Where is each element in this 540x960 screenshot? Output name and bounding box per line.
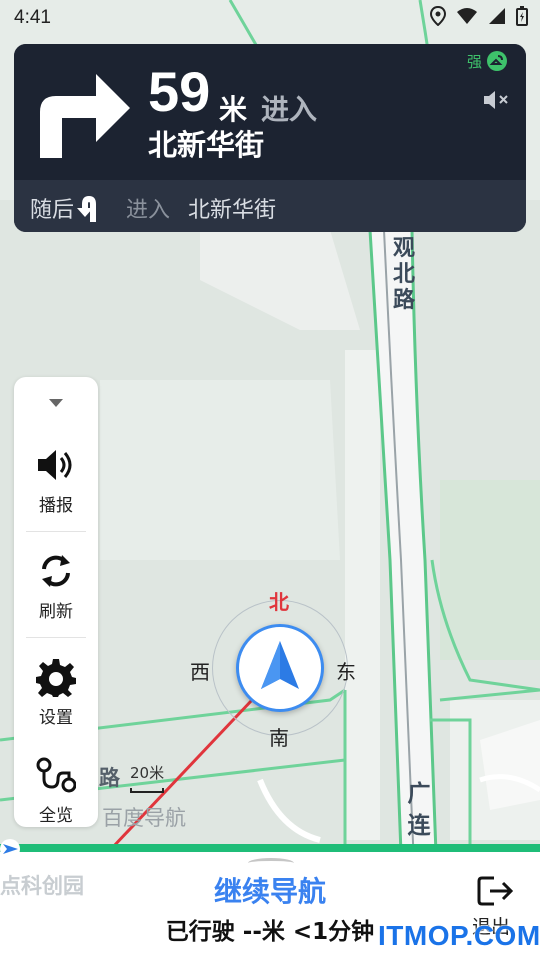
then-road-name: 北新华街 (188, 198, 277, 223)
signal-icon (489, 8, 505, 24)
u-turn-icon (77, 196, 96, 222)
settings-button[interactable]: 设置 (14, 657, 98, 763)
next-road-name: 北新华街 (148, 128, 265, 162)
divider (26, 531, 86, 532)
enter-label: 进入 (261, 93, 318, 126)
scale-label: 20米 (130, 764, 165, 782)
gps-strength-label: 强 (466, 52, 482, 71)
map-road-label: 观 北 路 (392, 236, 416, 314)
overview-button[interactable]: 全览 (14, 755, 98, 827)
compass-north: 北 (269, 590, 289, 614)
wifi-icon (457, 8, 477, 24)
settings-label: 设置 (39, 708, 73, 728)
compass: 北 西 东 南 (190, 590, 356, 750)
turn-right-icon (40, 74, 130, 158)
map-road-char: 路 (392, 288, 415, 313)
route-progress-bar (0, 844, 540, 852)
map-road-char: 观 (392, 236, 415, 261)
location-icon (430, 6, 446, 26)
guidance-card: 59 米 进入 北新华街 强 随后 进入 北新华街 (14, 44, 526, 232)
status-bar: 4:41 (0, 0, 540, 36)
map-road-char: 北 (392, 262, 415, 287)
map-road-char: 连 (407, 813, 431, 839)
compass-south: 南 (269, 726, 289, 750)
status-icons (430, 6, 528, 26)
collapse-icon[interactable] (47, 397, 65, 409)
map-road-label: 广 连 (406, 778, 432, 842)
refresh-icon (42, 555, 70, 587)
drawer-handle[interactable] (248, 858, 294, 868)
continue-navigation-label: 继续导航 (213, 875, 326, 908)
then-enter-label: 进入 (126, 198, 171, 223)
gps-strength: 强 (467, 50, 508, 72)
route-start-icon (0, 839, 20, 859)
continue-navigation-button[interactable]: 继续导航 (0, 870, 540, 910)
mute-icon[interactable] (482, 88, 510, 112)
speaker-icon (38, 450, 72, 480)
battery-icon (516, 6, 528, 26)
broadcast-label: 播报 (39, 496, 73, 516)
site-watermark: ITMOP.COM (378, 920, 540, 951)
map-road-char: 广 (407, 781, 431, 807)
location-puck[interactable] (236, 624, 324, 712)
refresh-label: 刷新 (39, 602, 73, 622)
then-label: 随后 (30, 198, 75, 223)
compass-west: 西 (190, 660, 210, 684)
broadcast-button[interactable]: 播报 (14, 445, 98, 551)
exit-icon (477, 876, 514, 906)
route-overview-icon (36, 757, 76, 793)
side-toolbar: 播报 刷新 设置 全览 (14, 377, 98, 827)
refresh-button[interactable]: 刷新 (14, 551, 98, 657)
navigation-arrow-icon (261, 641, 299, 689)
compass-east: 东 (336, 660, 356, 684)
scale-bar (130, 788, 164, 793)
gear-icon (36, 659, 76, 697)
overview-label: 全览 (39, 806, 73, 826)
status-time: 4:41 (14, 7, 51, 28)
map-watermark: 百度导航 (102, 806, 186, 830)
divider (26, 637, 86, 638)
satellite-icon (487, 51, 507, 71)
turn-distance: 59 (148, 60, 211, 123)
